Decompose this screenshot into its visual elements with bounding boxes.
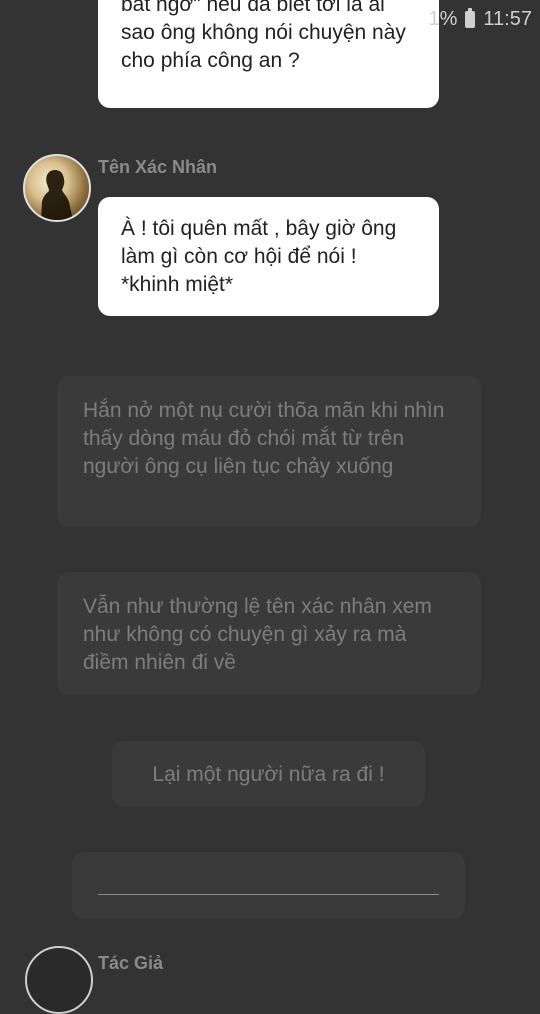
author-avatar[interactable] [25, 946, 93, 1014]
message-text: bất ngờ" nếu đã biết tới là ai sao ông k… [121, 0, 406, 72]
input-underline [98, 894, 439, 895]
narration-block: Lại một người nữa ra đi ! [112, 741, 425, 807]
message-text: À ! tôi quên mất , bây giờ ông làm gì cò… [121, 217, 397, 296]
message-bubble: À ! tôi quên mất , bây giờ ông làm gì cò… [98, 197, 439, 316]
battery-percent: 1% [428, 7, 458, 30]
battery-icon [465, 7, 476, 28]
narration-text: Hắn nở một nụ cười thõa mãn khi nhìn thấ… [83, 399, 445, 478]
sender-avatar[interactable] [23, 154, 91, 222]
author-name: Tác Giả [98, 953, 164, 973]
narration-text: Lại một người nữa ra đi ! [152, 763, 385, 786]
narration-block: Vẫn như thường lệ tên xác nhân xem như k… [57, 572, 481, 695]
person-silhouette-icon [41, 170, 73, 220]
status-bar: 1% 11:57 [429, 0, 532, 38]
clock: 11:57 [483, 7, 532, 30]
reply-input-box[interactable] [72, 852, 465, 919]
narration-text: Vẫn như thường lệ tên xác nhân xem như k… [83, 595, 432, 674]
sender-name: Tên Xác Nhân [98, 157, 218, 177]
narration-block: Hắn nở một nụ cười thõa mãn khi nhìn thấ… [57, 376, 481, 527]
message-bubble: bất ngờ" nếu đã biết tới là ai sao ông k… [98, 0, 439, 108]
